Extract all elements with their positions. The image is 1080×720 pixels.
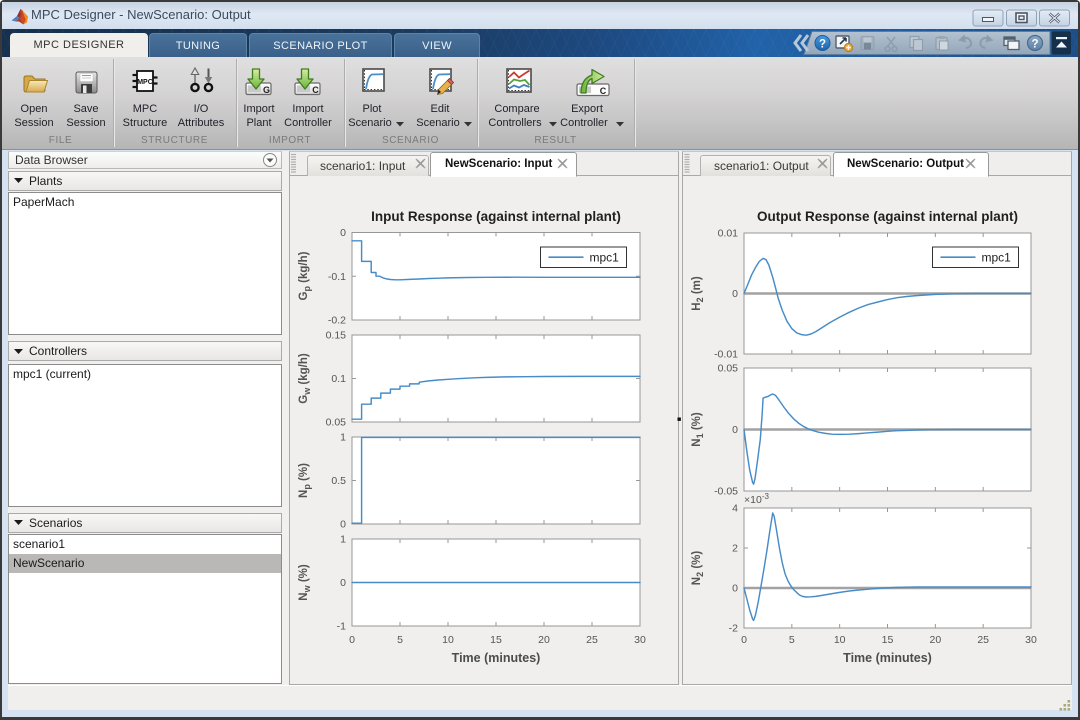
svg-text:×10-3: ×10-3	[744, 492, 769, 506]
svg-text:10: 10	[442, 634, 454, 646]
svg-text:15: 15	[490, 634, 502, 646]
svg-text:Output Response (against inter: Output Response (against internal plant)	[757, 209, 1018, 224]
svg-text:1: 1	[340, 534, 346, 546]
svg-text:2: 2	[732, 543, 738, 555]
svg-text:Np (%): Np (%)	[298, 463, 312, 498]
svg-text:Time (minutes): Time (minutes)	[843, 651, 932, 665]
svg-text:C: C	[600, 86, 607, 96]
svg-text:Gp (kg/h): Gp (kg/h)	[298, 251, 312, 300]
svg-text:C: C	[312, 85, 319, 95]
svg-text:0: 0	[732, 424, 738, 436]
svg-text:Nw (%): Nw (%)	[298, 564, 312, 601]
svg-text:mpc1: mpc1	[590, 251, 620, 265]
svg-text:10: 10	[834, 634, 846, 646]
svg-text:mpc1: mpc1	[982, 251, 1012, 265]
svg-text:15: 15	[882, 634, 894, 646]
svg-text:Time (minutes): Time (minutes)	[452, 651, 541, 665]
svg-text:0.05: 0.05	[718, 363, 739, 375]
svg-text:5: 5	[397, 634, 403, 646]
svg-text:0: 0	[349, 634, 355, 646]
svg-text:0: 0	[741, 634, 747, 646]
svg-text:0: 0	[732, 288, 738, 300]
svg-text:0: 0	[340, 577, 346, 589]
svg-text:0: 0	[732, 583, 738, 595]
svg-text:25: 25	[977, 634, 989, 646]
svg-text:N2 (%): N2 (%)	[691, 551, 705, 586]
svg-text:30: 30	[1025, 634, 1037, 646]
svg-text:0.01: 0.01	[718, 228, 739, 240]
svg-text:0: 0	[340, 519, 346, 531]
svg-text:0.5: 0.5	[331, 475, 346, 487]
svg-text:20: 20	[929, 634, 941, 646]
svg-text:G: G	[263, 85, 270, 95]
svg-text:-2: -2	[729, 623, 738, 635]
svg-text:-1: -1	[337, 621, 346, 633]
svg-text:5: 5	[789, 634, 795, 646]
svg-text:-0.05: -0.05	[714, 486, 738, 498]
svg-text:-0.1: -0.1	[328, 271, 346, 283]
svg-text:H2 (m): H2 (m)	[691, 276, 705, 311]
svg-text:0.1: 0.1	[331, 373, 346, 385]
svg-text:25: 25	[586, 634, 598, 646]
svg-text:MPC: MPC	[137, 79, 153, 86]
svg-text:30: 30	[634, 634, 646, 646]
svg-text:Input Response (against intern: Input Response (against internal plant)	[371, 209, 621, 224]
svg-text:20: 20	[538, 634, 550, 646]
svg-text:N1 (%): N1 (%)	[691, 412, 705, 447]
svg-text:0.05: 0.05	[326, 417, 347, 429]
svg-text:Gw (kg/h): Gw (kg/h)	[298, 353, 312, 404]
svg-text:-0.01: -0.01	[714, 349, 738, 361]
svg-text:?: ?	[819, 39, 826, 51]
svg-text:0.15: 0.15	[326, 330, 347, 342]
svg-text:1: 1	[340, 432, 346, 444]
svg-text:?: ?	[1031, 39, 1038, 51]
svg-text:0: 0	[340, 227, 346, 239]
svg-text:4: 4	[732, 503, 738, 515]
svg-text:-0.2: -0.2	[328, 315, 346, 327]
